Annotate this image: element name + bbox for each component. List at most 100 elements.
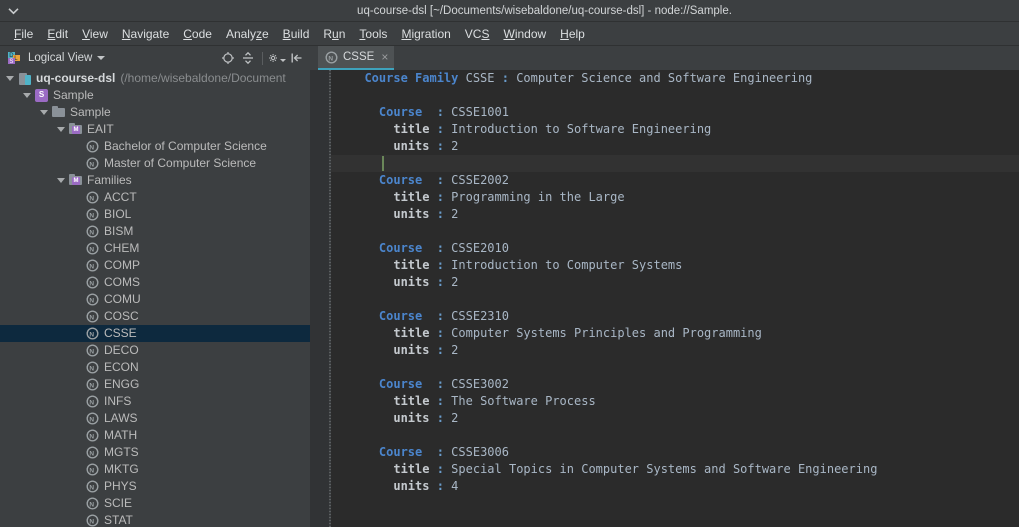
menu-item-window[interactable]: Window (496, 25, 553, 43)
tree-item-infs[interactable]: N INFS (0, 393, 310, 410)
code-token-val: CSSE2310 (443, 309, 509, 323)
expand-arrow-icon[interactable] (40, 110, 48, 115)
menu-item-analyze[interactable]: Analyze (219, 25, 276, 43)
tree-item-eait[interactable]: M EAIT (0, 121, 310, 138)
menu-item-navigate[interactable]: Navigate (115, 25, 176, 43)
settings-gear-icon[interactable] (268, 49, 286, 67)
node-icon: N (86, 462, 100, 477)
code-token-pun: : (436, 377, 444, 391)
tree-item-mktg[interactable]: N MKTG (0, 461, 310, 478)
editor-tab-csse[interactable]: N CSSE × (318, 46, 395, 70)
hide-panel-icon[interactable] (288, 49, 306, 67)
tree-item-mgts[interactable]: N MGTS (0, 444, 310, 461)
chevron-down-icon[interactable] (280, 59, 286, 62)
code-token-kw: Course (378, 445, 423, 459)
tree-item-label: MATH (104, 428, 138, 442)
tree-item-bism[interactable]: N BISM (0, 223, 310, 240)
code-token-attr: units (393, 139, 430, 153)
code-token-val: 2 (443, 343, 459, 357)
menu-item-help[interactable]: Help (553, 25, 592, 43)
menu-item-code[interactable]: Code (176, 25, 219, 43)
code-editor[interactable]: Course Family CSSE : Computer Science an… (331, 70, 1019, 527)
tree-item-master-of-computer-science[interactable]: N Master of Computer Science (0, 155, 310, 172)
code-token-attr: title (393, 394, 430, 408)
menu-item-tools[interactable]: Tools (352, 25, 394, 43)
tree-item-uq-course-dsl[interactable]: uq-course-dsl (/home/wisebaldone/Document (0, 70, 310, 87)
tree-item-chem[interactable]: N CHEM (0, 240, 310, 257)
tree-item-acct[interactable]: N ACCT (0, 189, 310, 206)
sidebar-scrollbar[interactable] (310, 70, 329, 527)
locate-in-tree-icon[interactable] (219, 49, 237, 67)
code-line: Course : CSSE1001 (331, 104, 1019, 121)
tree-item-label: ACCT (104, 190, 137, 204)
menu-item-migration[interactable]: Migration (394, 25, 457, 43)
tree-item-stat[interactable]: N STAT (0, 512, 310, 527)
tree-item-econ[interactable]: N ECON (0, 359, 310, 376)
expand-arrow-icon[interactable] (57, 178, 65, 183)
tree-item-csse[interactable]: N CSSE (0, 325, 310, 342)
code-token-val (429, 258, 436, 272)
tree-item-families[interactable]: M Families (0, 172, 310, 189)
tree-item-coms[interactable]: N COMS (0, 274, 310, 291)
tool-strip: D L S Logical View N CSSE × (0, 46, 1019, 70)
code-token-val: Programming in the Large (443, 190, 625, 204)
code-token-val (429, 479, 436, 493)
toolbar-divider (262, 51, 263, 65)
tree-item-comp[interactable]: N COMP (0, 257, 310, 274)
code-line: title : Programming in the Large (331, 189, 1019, 206)
tree-item-label: BIOL (104, 207, 132, 221)
tree-item-label: COMP (104, 258, 140, 272)
tree-item-label: DECO (104, 343, 139, 357)
code-token-pun: : (436, 190, 444, 204)
menu-item-file[interactable]: File (7, 25, 40, 43)
code-token-val (429, 326, 436, 340)
menu-item-edit[interactable]: Edit (40, 25, 75, 43)
code-line: Course : CSSE3002 (331, 376, 1019, 393)
code-content: Course Family CSSE : Computer Science an… (331, 70, 1019, 495)
tree-item-biol[interactable]: N BIOL (0, 206, 310, 223)
tree-item-bachelor-of-computer-science[interactable]: N Bachelor of Computer Science (0, 138, 310, 155)
svg-text:N: N (89, 433, 94, 440)
tree-item-phys[interactable]: N PHYS (0, 478, 310, 495)
code-token-attr: units (393, 207, 430, 221)
tree-item-sample[interactable]: Sample (0, 104, 310, 121)
menu-item-view[interactable]: View (75, 25, 115, 43)
tree-item-sample[interactable]: S Sample (0, 87, 310, 104)
menu-item-vcs[interactable]: VCS (458, 25, 497, 43)
chevron-down-icon[interactable] (97, 56, 106, 60)
expand-arrow-icon[interactable] (6, 76, 14, 81)
code-token-kw: Course (378, 241, 423, 255)
tree-item-engg[interactable]: N ENGG (0, 376, 310, 393)
code-token-kw: Course (378, 309, 423, 323)
project-tree-panel[interactable]: uq-course-dsl (/home/wisebaldone/Document… (0, 70, 310, 527)
tree-item-laws[interactable]: N LAWS (0, 410, 310, 427)
code-token-pun: : (436, 479, 444, 493)
svg-text:N: N (89, 382, 94, 389)
code-token-pun: : (436, 139, 444, 153)
menu-item-run[interactable]: Run (316, 25, 352, 43)
logical-view-label[interactable]: Logical View (28, 52, 92, 64)
tree-item-scie[interactable]: N SCIE (0, 495, 310, 512)
tree-item-label: Families (87, 173, 132, 187)
tree-item-label: INFS (104, 394, 132, 408)
tree-item-deco[interactable]: N DECO (0, 342, 310, 359)
svg-text:N: N (89, 518, 94, 525)
svg-text:N: N (89, 450, 94, 457)
code-line: units : 2 (331, 342, 1019, 359)
code-token-pun: : (436, 343, 444, 357)
close-icon[interactable]: × (381, 51, 388, 63)
tree-item-comu[interactable]: N COMU (0, 291, 310, 308)
code-token-val (422, 105, 436, 119)
ide-window: uq-course-dsl [~/Documents/wisebaldone/u… (0, 0, 1019, 527)
tree-item-math[interactable]: N MATH (0, 427, 310, 444)
node-icon: N (86, 275, 100, 290)
code-token-pun: : (436, 326, 444, 340)
node-icon: N (86, 513, 100, 527)
node-icon: N (325, 50, 338, 64)
expand-arrow-icon[interactable] (57, 127, 65, 132)
expand-arrow-icon[interactable] (23, 93, 31, 98)
tree-item-cosc[interactable]: N COSC (0, 308, 310, 325)
collapse-all-icon[interactable] (239, 49, 257, 67)
menu-item-build[interactable]: Build (276, 25, 317, 43)
tree-item-label: COMS (104, 275, 140, 289)
